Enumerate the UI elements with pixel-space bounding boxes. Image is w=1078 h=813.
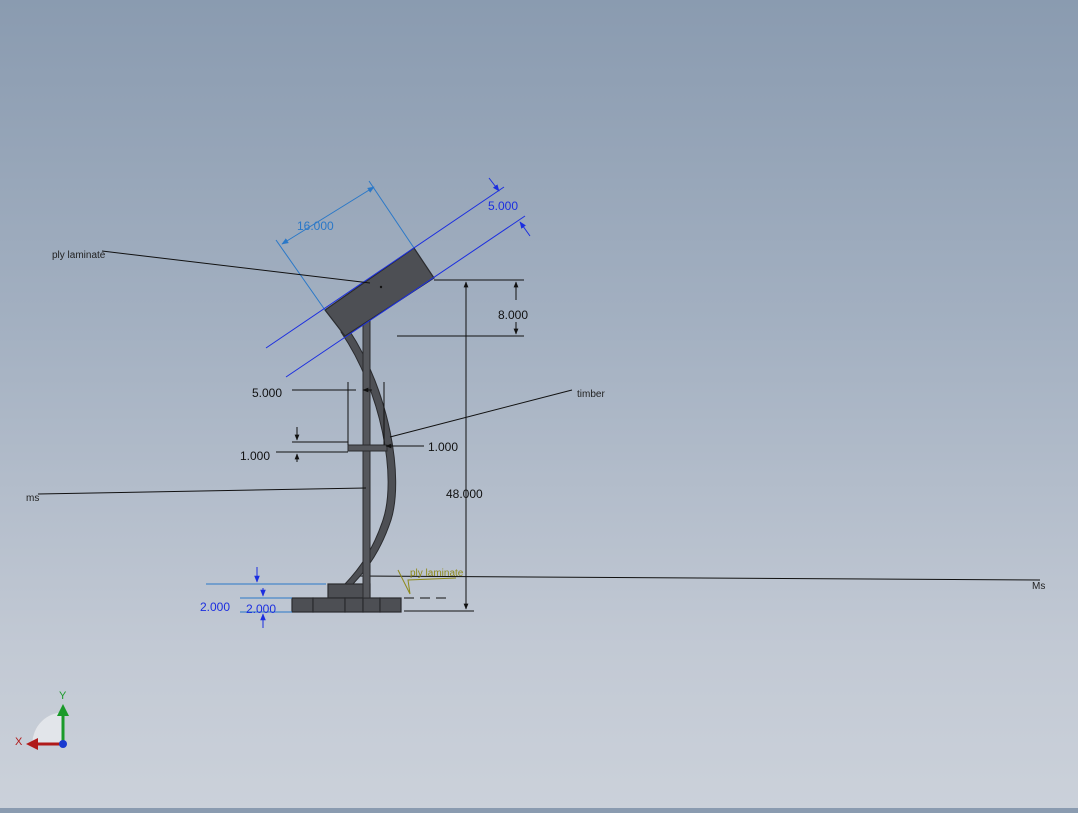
coordinate-triad[interactable]: Y X — [15, 690, 69, 750]
dim-5-label[interactable]: 5.000 — [488, 199, 518, 213]
dim-5-arrow-top — [488, 177, 500, 192]
note-timber[interactable]: timber — [577, 389, 605, 400]
base-block-4[interactable] — [362, 597, 381, 613]
dim-base-upper-label[interactable]: 2.000 — [200, 600, 230, 614]
horizontal-bar[interactable] — [347, 444, 388, 452]
dim-16-label[interactable]: 16.000 — [297, 219, 334, 233]
dim-5-arrow-bottom — [519, 221, 531, 237]
note-ground-material[interactable]: Ms — [1032, 581, 1045, 592]
model-geometry — [291, 247, 1041, 613]
dim-base-lower-label[interactable]: 2.000 — [246, 602, 276, 616]
annotations: ply laminate timber ms ply laminate Ms — [26, 250, 1045, 595]
dim-16-ext-right — [368, 180, 415, 249]
drawing-canvas[interactable]: 16.000 5.000 8.000 48.000 5.000 1.000 1. — [0, 0, 1078, 808]
base-block-3[interactable] — [344, 597, 364, 613]
dim-48-label[interactable]: 48.000 — [446, 487, 483, 501]
cad-viewport[interactable]: 16.000 5.000 8.000 48.000 5.000 1.000 1. — [0, 0, 1078, 808]
base-block-5[interactable] — [379, 597, 402, 613]
dim-post-label[interactable]: 5.000 — [252, 386, 282, 400]
note-post-leader — [37, 487, 367, 495]
note-post-material[interactable]: ms — [26, 493, 39, 504]
note-timber-leader — [389, 389, 573, 438]
base-block-1[interactable] — [291, 597, 314, 613]
tilted-panel[interactable] — [324, 247, 435, 337]
y-axis-head — [57, 704, 69, 716]
base-block-2[interactable] — [312, 597, 346, 613]
dim-bar-left-label[interactable]: 1.000 — [240, 449, 270, 463]
x-axis-label: X — [15, 736, 23, 748]
dim-bar-right-label[interactable]: 1.000 — [428, 440, 458, 454]
vertical-post[interactable] — [362, 317, 371, 599]
dim-16-line — [281, 186, 375, 245]
y-axis-label: Y — [59, 690, 67, 702]
note-base-material[interactable]: ply laminate — [410, 568, 464, 579]
dim-8-label[interactable]: 8.000 — [498, 308, 528, 322]
note-panel-material[interactable]: ply laminate — [52, 250, 106, 261]
note-panel-leader — [101, 250, 371, 284]
panel-center-point — [379, 285, 383, 289]
dim-5-ext-upper — [265, 186, 505, 349]
z-axis-dot — [59, 740, 67, 748]
dim-5-ext-lower — [285, 215, 526, 378]
